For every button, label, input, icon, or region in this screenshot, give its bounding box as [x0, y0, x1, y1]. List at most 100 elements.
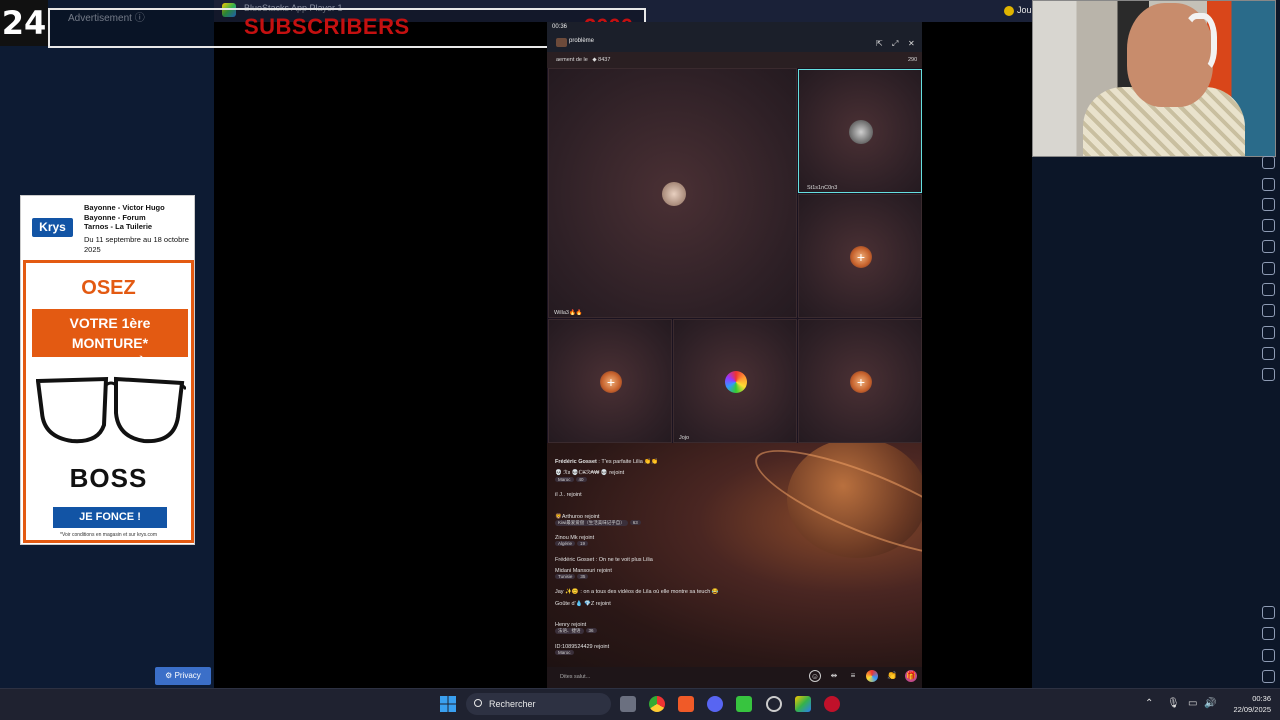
volume-icon[interactable]: 🔊	[1204, 698, 1216, 709]
chrome-icon[interactable]	[649, 696, 665, 712]
chat-panel: Frédéric Gosset : T'es parfaite Lilia 👏👏…	[547, 443, 922, 667]
info-label: aement de le	[556, 57, 588, 63]
chat-message: Midani Mansouri rejoint Tunisie 35	[555, 568, 612, 579]
empty-seat-tile[interactable]: +	[798, 194, 922, 318]
host-tile[interactable]: Willa3🔥🔥	[548, 68, 797, 318]
clock-time: 00:36	[1252, 694, 1271, 703]
chat-message: Frédéric Gosset : On ne te voit plus Lil…	[555, 557, 653, 563]
ad-product: BOSS	[69, 463, 148, 493]
room-name: problème	[569, 38, 595, 44]
viewer-count[interactable]: 290	[908, 52, 917, 68]
location-1: Bayonne - Victor Hugo	[84, 203, 165, 212]
taskbar-clock[interactable]: 00:36 22/09/2025	[1233, 693, 1271, 715]
chat-message: Frédéric Gosset : T'es parfaite Lilia 👏👏	[555, 459, 659, 465]
krys-logo: Krys	[32, 218, 73, 237]
channel-badge: 24	[0, 0, 48, 46]
emoji-icon[interactable]: ☺	[809, 670, 821, 682]
resize-icon[interactable]	[1262, 283, 1275, 296]
refresh-icon[interactable]	[1262, 368, 1275, 381]
app-icon-green[interactable]	[736, 696, 752, 712]
chat-message: 🦁Arthuroo rejoint Kiwi最爱爱盘（生活美味记乎自） 63	[555, 514, 643, 526]
location-icon[interactable]	[1262, 326, 1275, 339]
obs-icon[interactable]	[766, 696, 782, 712]
camera-icon[interactable]	[1262, 198, 1275, 211]
clock-date: 22/09/2025	[1233, 705, 1271, 714]
airplane-icon[interactable]	[1262, 262, 1275, 275]
menu-icon[interactable]: ≡	[847, 670, 859, 682]
subscribers-label: SUBSCRIBERS	[244, 14, 410, 39]
add-seat-icon[interactable]: +	[850, 246, 872, 268]
headset	[1183, 13, 1217, 73]
krys-dates: Du 11 septembre au 18 octobre 2025	[84, 235, 189, 254]
krys-creative: OSEZ VOTRE 1ère MONTURE* DE CARACTÈRE BO…	[23, 260, 194, 543]
empty-seat-tile[interactable]: +	[548, 319, 672, 443]
guest-name: St1s1nC0n3	[807, 185, 838, 191]
privacy-label: Privacy	[174, 671, 201, 680]
guest-avatar-rainbow	[725, 371, 747, 393]
empty-seat-tile[interactable]: +	[798, 319, 922, 443]
host-name: Willa3🔥🔥	[554, 310, 583, 316]
task-view-icon[interactable]	[620, 696, 636, 712]
chat-message: 💀 ℛ𝔞 💀ℂ₭ℛ₳₩ 💀 rejoint Maroc 40	[555, 470, 625, 482]
share-icon[interactable]: ⇱	[876, 39, 883, 48]
guest-name: Jojo	[679, 435, 690, 441]
add-seat-icon[interactable]: +	[600, 371, 622, 393]
microphone-icon[interactable]: 🎙	[1167, 698, 1180, 709]
gift-icon[interactable]: 🎁	[905, 670, 917, 682]
jou-icon	[1004, 6, 1014, 16]
search-icon	[474, 699, 482, 707]
discord-icon[interactable]	[707, 696, 723, 712]
music-icon[interactable]: ⇹	[828, 670, 840, 682]
privacy-button[interactable]: ⚙ Privacy	[155, 667, 211, 685]
brave-icon[interactable]	[678, 696, 694, 712]
krys-locations: Bayonne - Victor Hugo Bayonne - Forum Ta…	[84, 203, 165, 232]
guest-avatar	[849, 120, 873, 144]
room-info-bar: aement de le ◆ 8437 290	[547, 52, 922, 68]
banner-line-1: VOTRE 1ère MONTURE*	[69, 315, 151, 351]
status-time: 00:36	[552, 24, 568, 30]
top-right-label[interactable]: Jou	[1017, 5, 1032, 15]
minimize-icon[interactable]: ⤢	[892, 39, 898, 49]
screenshot-icon[interactable]	[1262, 219, 1275, 232]
recent-apps-icon[interactable]	[1262, 670, 1275, 683]
applause-icon[interactable]: 👏	[886, 670, 898, 682]
back-icon[interactable]	[1262, 627, 1275, 640]
eraser-icon[interactable]	[1262, 304, 1275, 317]
ad-banner: VOTRE 1ère MONTURE* DE CARACTÈRE	[32, 309, 188, 371]
network-icon[interactable]: ▭	[1188, 698, 1197, 709]
guest-tile-selected[interactable]: St1s1nC0n3	[798, 69, 922, 193]
host-avatar	[662, 182, 686, 206]
chat-message: iI J.. rejoint	[555, 492, 582, 498]
glasses-image	[36, 376, 186, 444]
settings-icon[interactable]	[1262, 606, 1275, 619]
close-icon[interactable]: ✕	[908, 39, 915, 48]
media-icon[interactable]	[1262, 240, 1275, 253]
chat-message: Jay ✨😊 : on a tous des vidéos de Lila où…	[555, 589, 719, 595]
krys-ad[interactable]: Krys Bayonne - Victor Hugo Bayonne - For…	[20, 195, 195, 545]
media-player-icon[interactable]	[824, 696, 840, 712]
taskbar-search[interactable]: Rechercher	[466, 693, 611, 715]
home-icon[interactable]	[1262, 649, 1275, 662]
ad-footnote: *Voir conditions en magasin et sur krys.…	[60, 532, 157, 538]
screen: BlueStacks App Player 1 24 Advertisement…	[0, 0, 1280, 720]
tray-chevron-icon[interactable]: ⌃	[1145, 698, 1153, 709]
ad-headline: OSEZ	[81, 277, 136, 299]
toolbar-icon-2[interactable]	[1262, 178, 1275, 191]
emulator-toolbar	[1258, 150, 1280, 690]
windows-taskbar	[0, 688, 1280, 720]
room-avatar	[556, 38, 567, 47]
add-seat-icon[interactable]: +	[850, 371, 872, 393]
layers-icon[interactable]	[1262, 347, 1275, 360]
ad-cta-button[interactable]: JE FONCE !	[53, 507, 167, 528]
windows-start-icon[interactable]	[440, 696, 456, 712]
live-room-header	[547, 22, 922, 52]
info-count: 8437	[598, 57, 611, 63]
bluestacks-taskbar-icon[interactable]	[795, 696, 811, 712]
toolbar-icon-1[interactable]	[1262, 156, 1275, 169]
chat-message: Zinou Mk rejoint Algérie 19	[555, 535, 595, 546]
gift-wheel-icon[interactable]	[866, 670, 878, 682]
chat-message: Goûte d'💧 💎Z rejoint	[555, 601, 611, 607]
guest-tile[interactable]: Jojo	[673, 319, 797, 443]
chat-message: Henry rejoint 法语、捷语 36	[555, 622, 599, 634]
location-2: Bayonne - Forum	[84, 212, 146, 222]
